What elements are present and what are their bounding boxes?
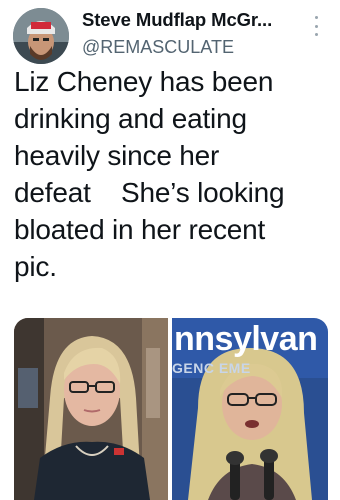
tweet-media: nnsylvan GENC EME [14, 318, 328, 500]
sign-subtext: GENC EME [172, 360, 251, 376]
tweet: Steve Mudflap McGr... @REMASCULATE Liz C… [0, 0, 340, 500]
photo-left-image [14, 318, 168, 500]
more-dot [314, 33, 318, 36]
author-display-name[interactable]: Steve Mudflap McGr... [82, 9, 272, 31]
sign-text: nnsylvan [174, 320, 318, 358]
author-avatar[interactable] [13, 8, 69, 64]
more-options-icon[interactable] [312, 16, 320, 36]
media-photo-left[interactable] [14, 318, 168, 500]
media-photo-right[interactable]: nnsylvan GENC EME [172, 318, 328, 500]
more-dot [314, 16, 318, 19]
tweet-text: Liz Cheney has been drinking and eating … [14, 66, 285, 282]
author-handle[interactable]: @REMASCULATE [82, 37, 234, 58]
avatar-image [13, 8, 69, 64]
more-dot [314, 24, 318, 28]
